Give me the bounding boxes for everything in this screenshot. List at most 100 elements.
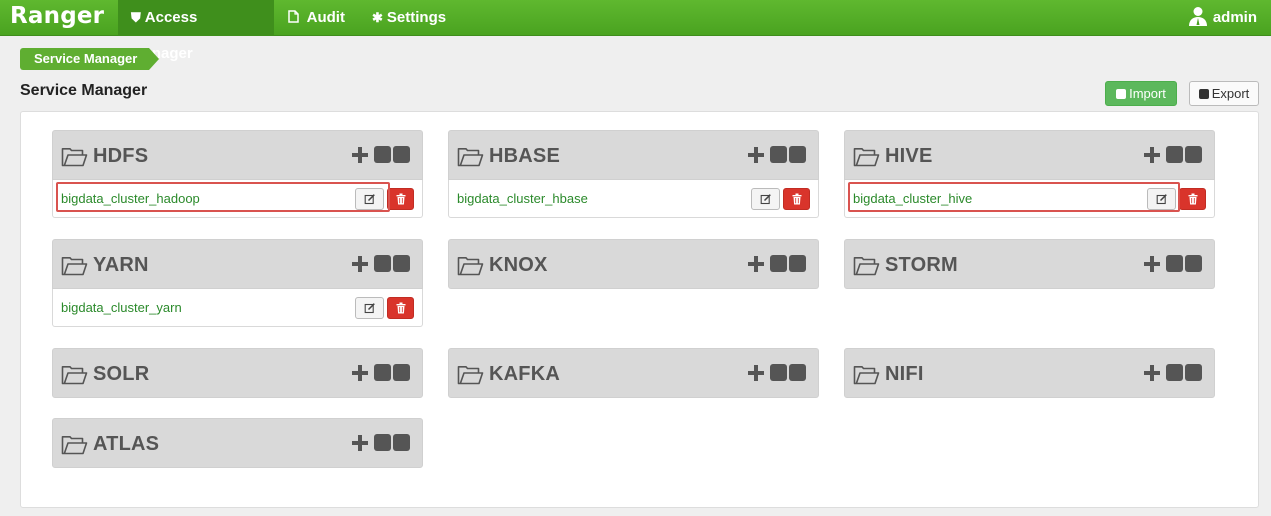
service-type-title: KAFKA [489,363,560,385]
edit-service-button[interactable] [355,297,384,319]
add-service-icon[interactable] [352,256,368,272]
service-instance-link[interactable]: bigdata_cluster_yarn [61,300,182,315]
brand-logo[interactable]: Ranger [10,3,104,29]
add-service-icon[interactable] [1144,147,1160,163]
service-instance-link[interactable]: bigdata_cluster_hbase [457,191,588,206]
add-service-icon[interactable] [748,147,764,163]
export-service-icon[interactable] [393,255,410,272]
service-type-title: YARN [93,254,149,276]
delete-service-button[interactable] [783,188,810,210]
nav-audit[interactable]: Audit [276,0,357,36]
add-service-icon[interactable] [352,435,368,451]
service-card-header: HIVE [844,130,1215,180]
user-name: admin [1212,9,1257,26]
service-instance-link[interactable]: bigdata_cluster_hadoop [61,191,200,206]
add-service-icon[interactable] [748,365,764,381]
import-label: Import [1129,86,1166,101]
import-service-icon[interactable] [374,255,391,272]
nav-settings-label: Settings [386,9,447,26]
export-icon [1198,89,1209,99]
service-card-header: STORM [844,239,1215,289]
folder-open-icon [457,256,484,281]
service-card-solr: SOLR [52,348,423,398]
service-card-actions [1144,145,1202,165]
import-service-icon[interactable] [770,255,787,272]
export-service-icon[interactable] [1185,146,1202,163]
export-service-icon[interactable] [789,255,806,272]
import-service-icon[interactable] [1166,364,1183,381]
export-service-icon[interactable] [789,364,806,381]
service-instance-row: bigdata_cluster_hadoop [52,180,423,218]
service-instance-link[interactable]: bigdata_cluster_hive [853,191,972,206]
nav-audit-label: Audit [306,9,345,26]
service-card-storm: STORM [844,239,1215,289]
import-service-icon[interactable] [1166,255,1183,272]
service-type-title: STORM [885,254,958,276]
service-card-kafka: KAFKA [448,348,819,398]
service-card-header: ATLAS [52,418,423,468]
user-icon [1188,4,1207,26]
service-card-actions [1144,254,1202,274]
service-card-hbase: HBASE bigdata_cluster_hbase [448,130,819,218]
service-card-actions [352,254,410,274]
import-service-icon[interactable] [374,146,391,163]
add-service-icon[interactable] [352,365,368,381]
service-card-hdfs: HDFS bigdata_cluster_hadoop [52,130,423,218]
delete-service-button[interactable] [387,297,414,319]
gear-icon: ✱ [372,10,383,25]
import-service-icon[interactable] [1166,146,1183,163]
service-card-nifi: NIFI [844,348,1215,398]
export-button[interactable]: Export [1189,81,1259,106]
folder-open-icon [61,256,88,281]
shield-icon: ⛊ [131,10,141,25]
export-service-icon[interactable] [1185,255,1202,272]
user-menu[interactable]: admin [1188,0,1257,36]
service-card-header: HDFS [52,130,423,180]
add-service-icon[interactable] [748,256,764,272]
service-card-yarn: YARN bigdata_cluster_yarn [52,239,423,327]
folder-open-icon [457,147,484,172]
service-card-actions [1144,363,1202,383]
export-service-icon[interactable] [393,146,410,163]
file-icon [288,10,303,25]
service-type-title: ATLAS [93,433,160,455]
add-service-icon[interactable] [1144,365,1160,381]
service-card-header: YARN [52,239,423,289]
edit-service-button[interactable] [355,188,384,210]
add-service-icon[interactable] [1144,256,1160,272]
export-service-icon[interactable] [393,434,410,451]
nav-settings[interactable]: ✱ Settings [360,0,458,36]
service-card-header: SOLR [52,348,423,398]
service-card-hive: HIVE bigdata_cluster_hive [844,130,1215,218]
export-service-icon[interactable] [393,364,410,381]
import-service-icon[interactable] [374,434,391,451]
service-card-header: KNOX [448,239,819,289]
import-service-icon[interactable] [770,146,787,163]
edit-service-button[interactable] [751,188,780,210]
service-card-actions [352,363,410,383]
breadcrumb[interactable]: Service Manager [20,48,160,70]
service-type-title: SOLR [93,363,150,385]
service-card-header: KAFKA [448,348,819,398]
export-service-icon[interactable] [789,146,806,163]
import-button[interactable]: Import [1105,81,1177,106]
add-service-icon[interactable] [352,147,368,163]
import-service-icon[interactable] [770,364,787,381]
import-service-icon[interactable] [374,364,391,381]
service-card-actions [352,433,410,453]
service-card-actions [352,145,410,165]
service-instance-row: bigdata_cluster_hive [844,180,1215,218]
nav-access-manager[interactable]: ⛊ Access Manager [118,0,274,62]
service-instance-row: bigdata_cluster_hbase [448,180,819,218]
service-card-actions [748,363,806,383]
service-card-actions [748,145,806,165]
folder-open-icon [853,256,880,281]
delete-service-button[interactable] [1179,188,1206,210]
service-card-header: HBASE [448,130,819,180]
service-type-title: KNOX [489,254,548,276]
folder-open-icon [61,147,88,172]
edit-service-button[interactable] [1147,188,1176,210]
delete-service-button[interactable] [387,188,414,210]
export-label: Export [1211,86,1250,101]
export-service-icon[interactable] [1185,364,1202,381]
